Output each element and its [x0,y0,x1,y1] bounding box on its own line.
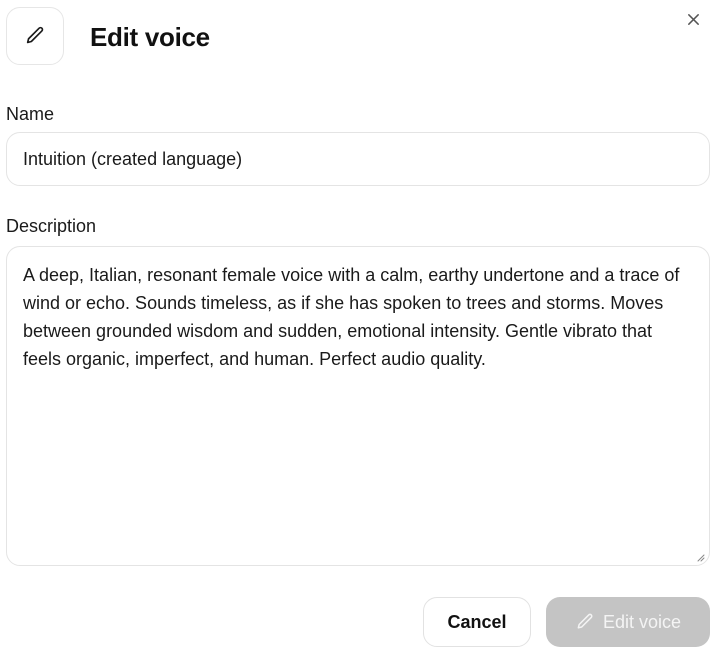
dialog-title: Edit voice [90,22,210,52]
close-button[interactable] [680,6,706,32]
edit-voice-dialog: Edit voice Name Description A deep, Ital… [0,0,717,647]
edit-voice-button-label: Edit voice [602,611,682,632]
pencil-icon [577,613,593,629]
name-label: Name [6,104,55,124]
description-textarea[interactable]: A deep, Italian, resonant female voice w… [6,246,710,566]
name-input[interactable] [6,132,710,186]
description-label: Description [6,216,97,236]
cancel-button[interactable]: Cancel [423,597,531,647]
header-icon-box [6,7,64,65]
pencil-icon [26,26,44,44]
resize-handle-icon[interactable] [695,552,705,562]
close-icon [687,13,699,25]
edit-voice-button[interactable]: Edit voice [546,597,710,647]
